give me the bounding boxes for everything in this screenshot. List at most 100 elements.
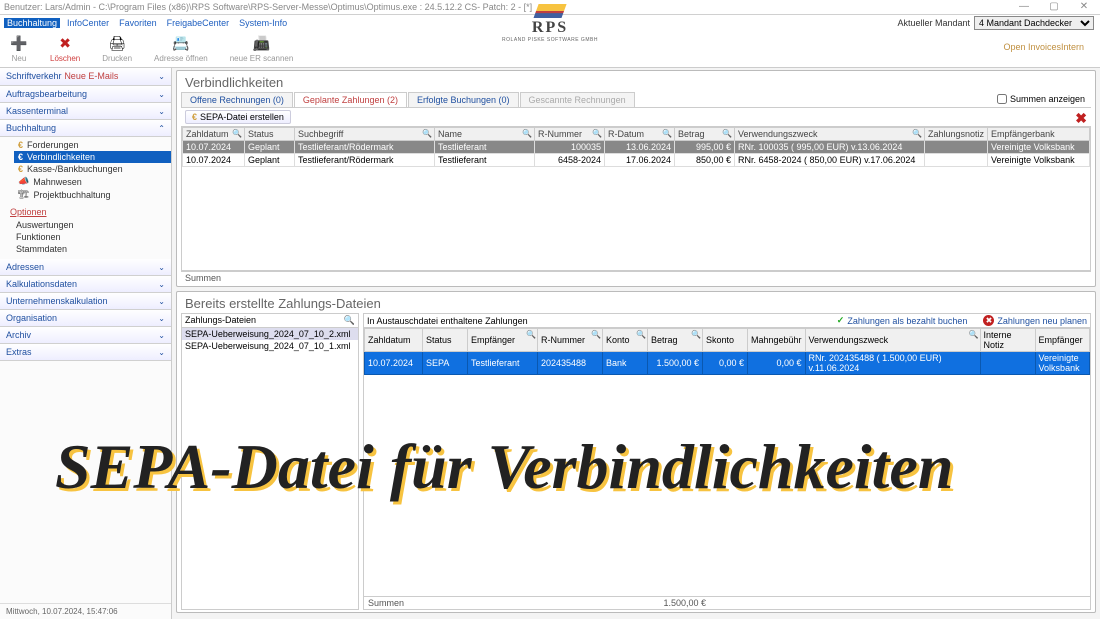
replan-link[interactable]: Zahlungen neu planen bbox=[983, 315, 1087, 326]
sepa-create-button[interactable]: €SEPA-Datei erstellen bbox=[185, 110, 291, 124]
search-icon[interactable]: 🔍 bbox=[344, 315, 355, 326]
opt-stammdaten[interactable]: Stammdaten bbox=[10, 243, 161, 255]
minimize-button[interactable]: — bbox=[1012, 1, 1036, 13]
tb-loeschen[interactable]: ✖Löschen bbox=[46, 33, 84, 65]
tb-scan[interactable]: 📠neue ER scannen bbox=[226, 33, 298, 65]
chevron-down-icon: ⌄ bbox=[158, 314, 165, 323]
panel-verbindlichkeiten: Verbindlichkeiten Offene Rechnungen (0) … bbox=[176, 70, 1096, 287]
search-icon[interactable]: 🔍 bbox=[422, 129, 432, 138]
tb-neu[interactable]: ➕Neu bbox=[6, 33, 32, 65]
chevron-down-icon: ⌄ bbox=[158, 348, 165, 357]
chevron-down-icon: ⌄ bbox=[158, 107, 165, 116]
tb-adresse[interactable]: 📇Adresse öffnen bbox=[150, 33, 212, 65]
address-icon: 📇 bbox=[172, 35, 190, 53]
toolbar: ➕Neu ✖Löschen 🖨Drucken 📇Adresse öffnen 📠… bbox=[0, 30, 1100, 68]
maximize-button[interactable]: ▢ bbox=[1042, 1, 1066, 13]
panel2-title: Bereits erstellte Zahlungs-Dateien bbox=[181, 294, 1091, 313]
plus-icon: ➕ bbox=[10, 35, 28, 53]
sb-kalk[interactable]: Kalkulationsdaten⌄ bbox=[0, 276, 171, 293]
search-icon[interactable]: 🔍 bbox=[591, 330, 601, 339]
menu-infocenter[interactable]: InfoCenter bbox=[64, 18, 112, 28]
file-item[interactable]: SEPA-Ueberweisung_2024_07_10_1.xml bbox=[182, 340, 358, 352]
status-time: Mittwoch, 10.07.2024, 15:47:06 bbox=[0, 603, 171, 619]
sidebar-options: Optionen Auswertungen Funktionen Stammda… bbox=[0, 203, 171, 259]
search-icon[interactable]: 🔍 bbox=[526, 330, 536, 339]
search-icon[interactable]: 🔍 bbox=[662, 129, 672, 138]
tree-mahnwesen[interactable]: 📣Mahnwesen bbox=[14, 175, 171, 188]
euro-icon: € bbox=[18, 140, 23, 150]
table-row[interactable]: 10.07.2024SEPATestlieferant202435488Bank… bbox=[365, 352, 1090, 375]
search-icon[interactable]: 🔍 bbox=[722, 129, 732, 138]
accounting-tree: €Forderungen €Verbindlichkeiten €Kasse-/… bbox=[0, 137, 171, 203]
search-icon[interactable]: 🔍 bbox=[969, 330, 979, 339]
table-file-payments: Zahldatum Status Empfänger🔍 R-Nummer🔍 Ko… bbox=[364, 328, 1090, 375]
tree-forderungen[interactable]: €Forderungen bbox=[14, 139, 171, 151]
table-row[interactable]: 10.07.2024GeplantTestlieferant/Rödermark… bbox=[183, 141, 1090, 154]
euro-icon: € bbox=[192, 112, 197, 122]
chevron-down-icon: ⌄ bbox=[158, 297, 165, 306]
options-header: Optionen bbox=[10, 207, 161, 217]
sb-archiv[interactable]: Archiv⌄ bbox=[0, 327, 171, 344]
sb-extras[interactable]: Extras⌄ bbox=[0, 344, 171, 361]
files-pane: Zahlungs-Dateien 🔍 SEPA-Ueberweisung_2024… bbox=[181, 313, 359, 610]
chevron-down-icon: ⌄ bbox=[158, 263, 165, 272]
tab-gescannte[interactable]: Gescannte Rechnungen bbox=[520, 92, 635, 107]
tab-geplante[interactable]: Geplante Zahlungen (2) bbox=[294, 92, 407, 107]
mandant-selector: Aktueller Mandant 4 Mandant Dachdecker bbox=[897, 16, 1094, 30]
menu-systeminfo[interactable]: System-Info bbox=[236, 18, 290, 28]
chevron-up-icon: ⌃ bbox=[158, 124, 165, 133]
search-icon[interactable]: 🔍 bbox=[232, 129, 242, 138]
tb-drucken[interactable]: 🖨Drucken bbox=[98, 33, 136, 65]
close-icon[interactable]: ✖ bbox=[1075, 110, 1087, 127]
sb-auftrag[interactable]: Auftragsbearbeitung⌄ bbox=[0, 86, 171, 103]
tree-projektbuch[interactable]: 🏗Projektbuchhaltung bbox=[14, 188, 171, 201]
tab-offene[interactable]: Offene Rechnungen (0) bbox=[181, 92, 293, 107]
sb-untern[interactable]: Unternehmenskalkulation⌄ bbox=[0, 293, 171, 310]
paypane-header: In Austauschdatei enthaltene Zahlungen bbox=[367, 316, 528, 326]
project-icon: 🏗 bbox=[18, 189, 29, 200]
sb-org[interactable]: Organisation⌄ bbox=[0, 310, 171, 327]
tabs: Offene Rechnungen (0) Geplante Zahlungen… bbox=[181, 92, 1091, 108]
open-invoices-link[interactable]: Open InvoicesIntern bbox=[1003, 42, 1084, 52]
table-row[interactable]: 10.07.2024GeplantTestlieferant/Rödermark… bbox=[183, 154, 1090, 167]
content-area: Verbindlichkeiten Offene Rechnungen (0) … bbox=[172, 68, 1100, 619]
table1-wrap[interactable]: Zahldatum🔍 Status Suchbegriff🔍 Name🔍 R-N… bbox=[181, 126, 1091, 271]
summen-checkbox[interactable] bbox=[997, 94, 1007, 104]
menu-buchhaltung[interactable]: Buchhaltung bbox=[4, 18, 60, 28]
tree-kassebank[interactable]: €Kasse-/Bankbuchungen bbox=[14, 163, 171, 175]
sb-adressen[interactable]: Adressen⌄ bbox=[0, 259, 171, 276]
files-header: Zahlungs-Dateien bbox=[185, 315, 256, 326]
opt-auswertungen[interactable]: Auswertungen bbox=[10, 219, 161, 231]
mahn-icon: 📣 bbox=[18, 176, 29, 187]
search-icon[interactable]: 🔍 bbox=[912, 129, 922, 138]
menu-favoriten[interactable]: Favoriten bbox=[116, 18, 160, 28]
opt-funktionen[interactable]: Funktionen bbox=[10, 231, 161, 243]
sum-footer: Summen bbox=[181, 271, 1091, 284]
menu-freigabecenter[interactable]: FreigabeCenter bbox=[164, 18, 233, 28]
summen-toggle[interactable]: Summen anzeigen bbox=[997, 94, 1085, 104]
sum-footer2: Summen 1.500,00 € bbox=[364, 596, 1090, 609]
sb-schriftverkehr[interactable]: Schriftverkehr Neue E-Mails⌄ bbox=[0, 68, 171, 86]
close-button[interactable]: ✕ bbox=[1072, 1, 1096, 13]
search-icon[interactable]: 🔍 bbox=[592, 129, 602, 138]
sb-kasse[interactable]: Kassenterminal⌄ bbox=[0, 103, 171, 120]
chevron-down-icon: ⌄ bbox=[158, 331, 165, 340]
panel-zahlungsdateien: Bereits erstellte Zahlungs-Dateien Zahlu… bbox=[176, 291, 1096, 613]
tree-verbindlichkeiten[interactable]: €Verbindlichkeiten bbox=[14, 151, 171, 163]
euro-icon: € bbox=[18, 164, 23, 174]
delete-icon: ✖ bbox=[56, 35, 74, 53]
search-icon[interactable]: 🔍 bbox=[691, 330, 701, 339]
euro-icon: € bbox=[18, 152, 23, 162]
mandant-label: Aktueller Mandant bbox=[897, 18, 970, 28]
sb-buchhaltung[interactable]: Buchhaltung⌃ bbox=[0, 120, 171, 137]
payments-pane: In Austauschdatei enthaltene Zahlungen Z… bbox=[363, 313, 1091, 610]
file-item[interactable]: SEPA-Ueberweisung_2024_07_10_2.xml bbox=[182, 328, 358, 340]
sidebar: Schriftverkehr Neue E-Mails⌄ Auftragsbea… bbox=[0, 68, 172, 619]
print-icon: 🖨 bbox=[108, 35, 126, 53]
mandant-select[interactable]: 4 Mandant Dachdecker bbox=[974, 16, 1094, 30]
tab-erfolgte[interactable]: Erfolgte Buchungen (0) bbox=[408, 92, 519, 107]
chevron-down-icon: ⌄ bbox=[158, 90, 165, 99]
search-icon[interactable]: 🔍 bbox=[522, 129, 532, 138]
search-icon[interactable]: 🔍 bbox=[636, 330, 646, 339]
mark-paid-link[interactable]: Zahlungen als bezahlt buchen bbox=[837, 315, 968, 326]
